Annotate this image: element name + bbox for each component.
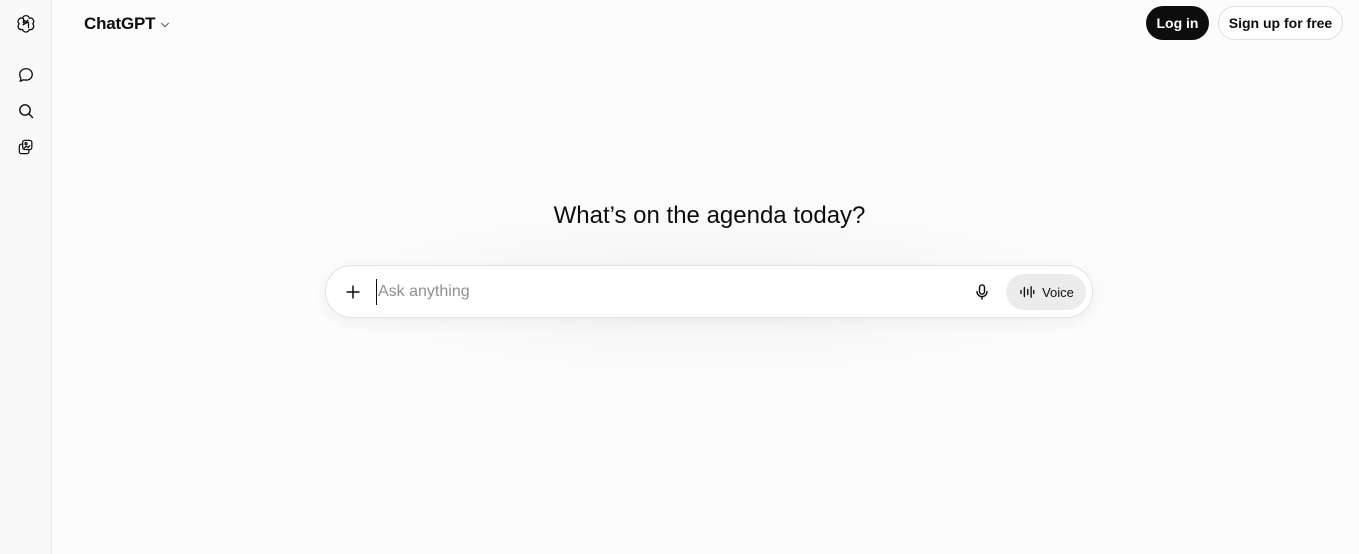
chatgpt-app: ChatGPT Log in Sign up for free What’s o… — [0, 0, 1359, 554]
page-title: What’s on the agenda today? — [553, 202, 866, 229]
search-icon[interactable] — [12, 97, 40, 125]
new-chat-icon[interactable] — [12, 61, 40, 89]
prompt-input[interactable] — [376, 279, 956, 305]
model-switcher[interactable]: ChatGPT — [76, 8, 180, 40]
chevron-down-icon — [161, 22, 170, 27]
model-name: ChatGPT — [84, 14, 156, 33]
plus-icon — [346, 285, 360, 299]
library-icon[interactable] — [12, 133, 40, 161]
attach-button[interactable] — [336, 275, 370, 309]
voice-mode-button[interactable]: Voice — [1006, 274, 1086, 310]
openai-logo-icon[interactable] — [12, 9, 40, 37]
sidebar-rail — [0, 0, 52, 554]
signup-button[interactable]: Sign up for free — [1218, 6, 1343, 40]
dictate-button[interactable] — [966, 276, 998, 308]
prompt-composer: Voice — [325, 265, 1093, 318]
microphone-icon — [976, 284, 988, 300]
voice-waveform-icon — [1020, 286, 1035, 298]
login-button[interactable]: Log in — [1146, 6, 1209, 40]
voice-label: Voice — [1042, 284, 1074, 300]
